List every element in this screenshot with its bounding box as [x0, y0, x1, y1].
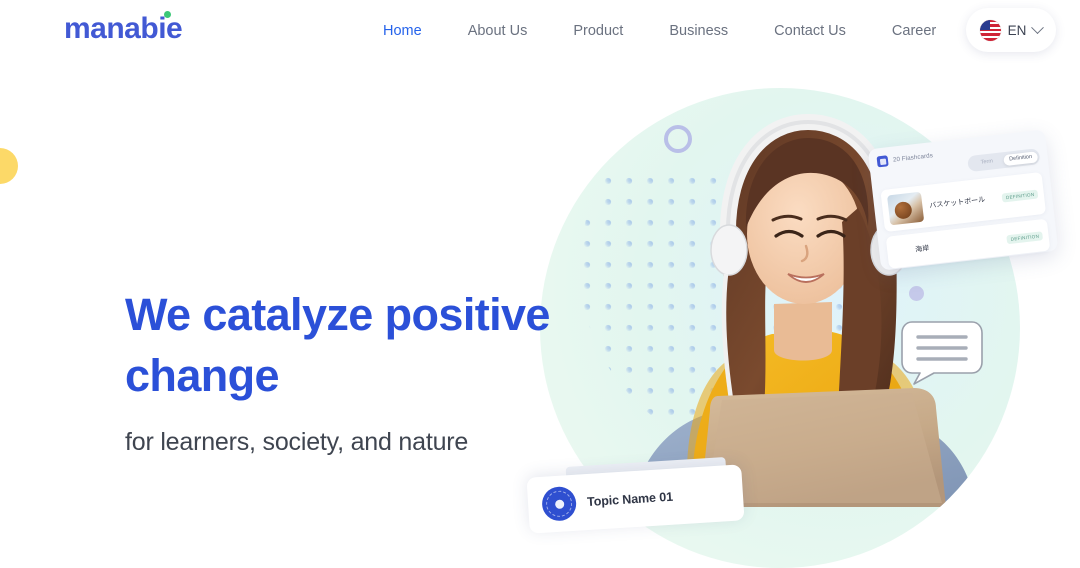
topic-card-title: Topic Name 01: [586, 489, 674, 510]
flashcards-app-icon: [876, 155, 889, 168]
page-title: We catalyze positive change: [125, 289, 550, 402]
speech-bubble-icon: [901, 321, 983, 385]
flashcard-term: バスケットボール: [929, 196, 986, 210]
brand-logo[interactable]: manabie: [64, 11, 183, 44]
flashcard-thumbnail: [887, 191, 925, 226]
hero-text-block: We catalyze positive change for learners…: [125, 284, 555, 457]
language-code-label: EN: [1007, 22, 1027, 38]
nav-item-product[interactable]: Product: [550, 0, 646, 62]
flashcards-widget[interactable]: 20 Flashcards Term Definition バスケットボール D…: [867, 129, 1059, 271]
nav-item-home[interactable]: Home: [360, 0, 445, 62]
nav-item-business[interactable]: Business: [646, 0, 751, 62]
hero-subtitle: for learners, society, and nature: [125, 428, 469, 457]
main-navigation: Home About Us Product Business Contact U…: [360, 0, 959, 62]
flashcard-definition-badge: DEFINITION: [1001, 189, 1039, 202]
flashcards-count-label: 20 Flashcards: [892, 152, 934, 164]
site-header: manabie Home About Us Product Business C…: [0, 0, 1080, 62]
language-selector[interactable]: EN: [966, 8, 1056, 52]
chevron-down-icon[interactable]: [1031, 20, 1045, 34]
nav-item-about-us[interactable]: About Us: [445, 0, 551, 62]
us-flag-icon: [979, 19, 1001, 41]
yellow-circle-decoration: [0, 148, 18, 184]
nav-item-contact-us[interactable]: Contact Us: [751, 0, 869, 62]
flashcard-definition-badge: DEFINITION: [1006, 230, 1044, 244]
flashcard-term: 海岸: [914, 245, 930, 254]
nav-item-career[interactable]: Career: [869, 0, 959, 62]
circular-progress-icon: [541, 485, 578, 522]
toggle-option-definition[interactable]: Definition: [1003, 150, 1039, 166]
toggle-option-term[interactable]: Term: [970, 157, 1004, 167]
